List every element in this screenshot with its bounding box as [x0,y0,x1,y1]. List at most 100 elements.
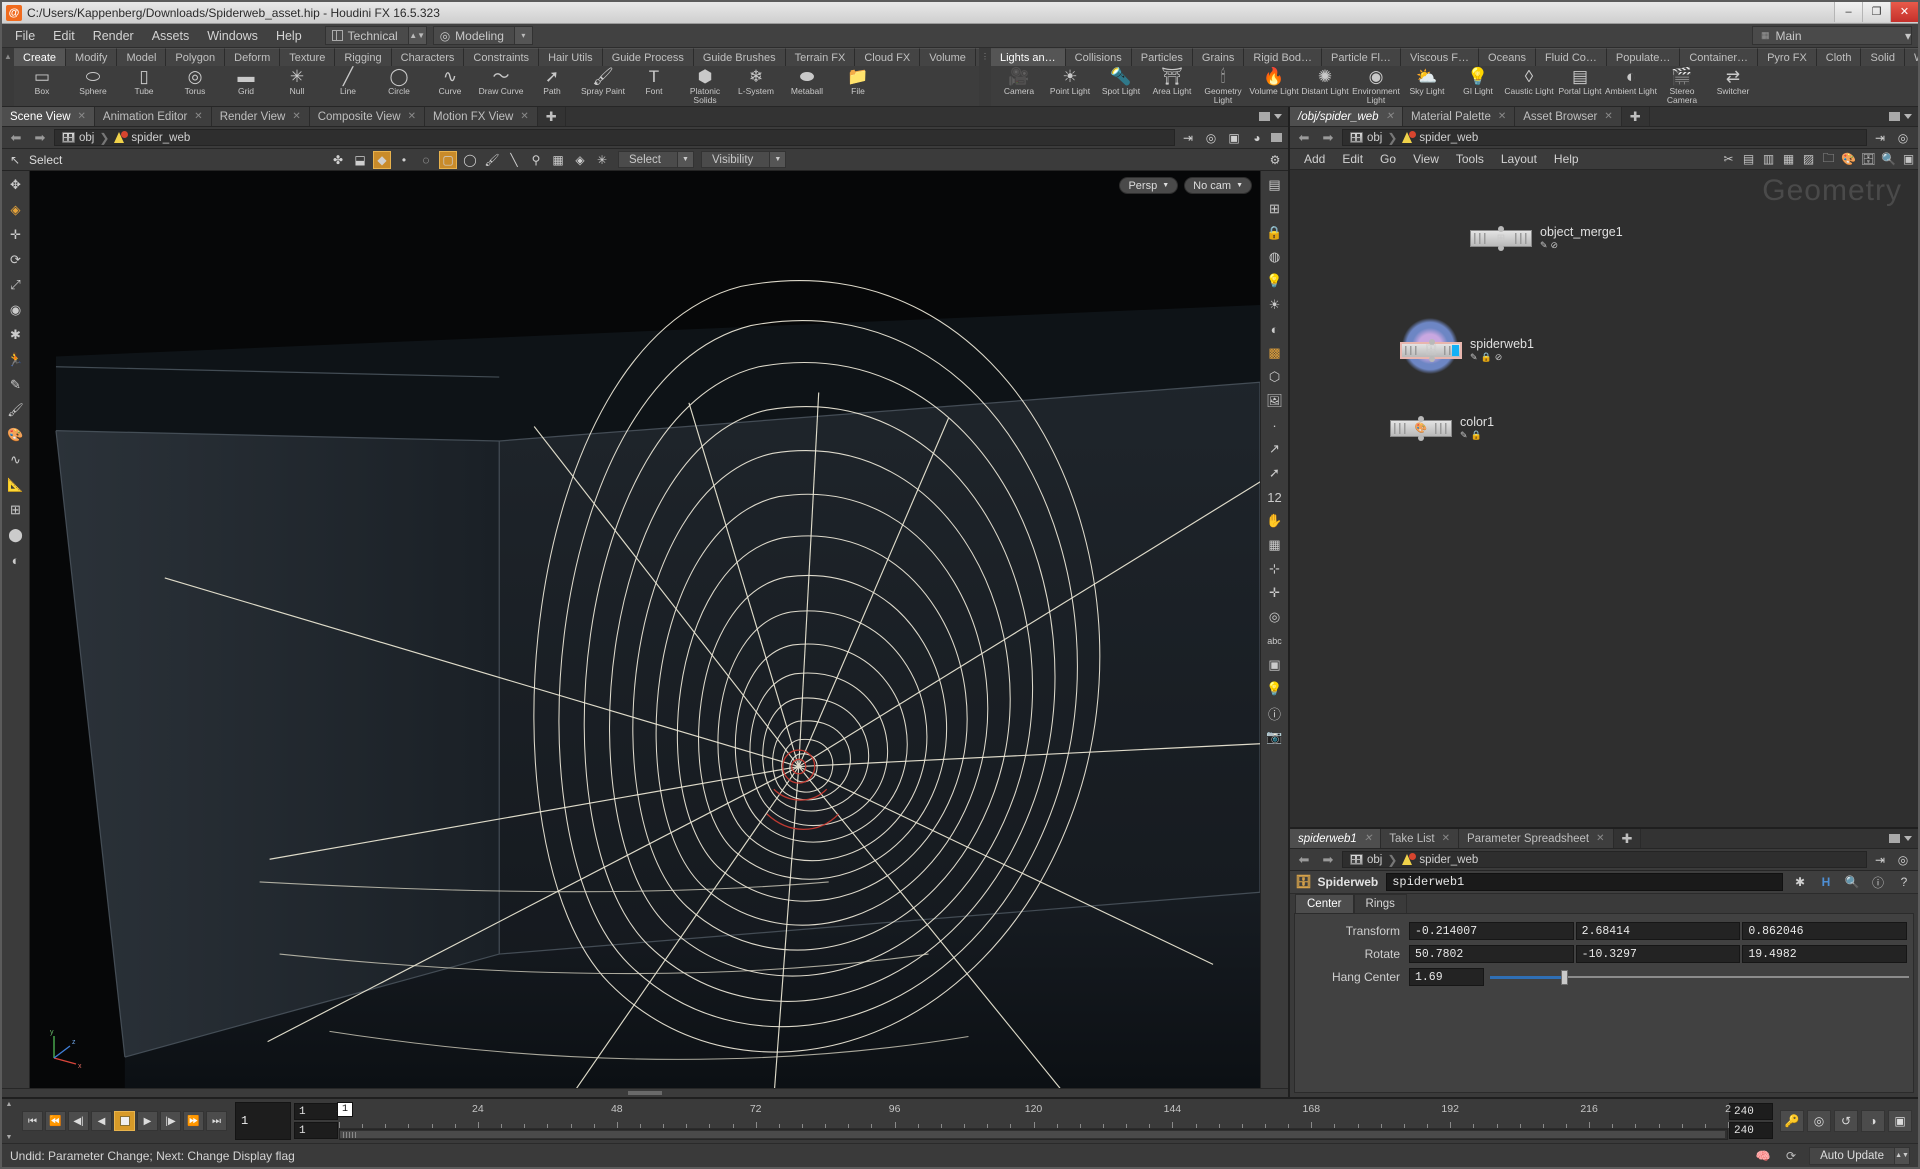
network-node-color1[interactable]: 🎨 color1 ✎ 🔒 [1390,415,1494,441]
node-flag-0[interactable]: ✎ [1540,240,1548,251]
viewport-layout-icon[interactable]: ⊞ [1265,199,1285,219]
point-mode-icon[interactable]: • [395,151,413,169]
network-layout-icon[interactable]: ▨ [1799,151,1818,168]
network-box-icon[interactable]: 🗄 [1859,151,1878,168]
node-flag-1[interactable]: 🔒 [1481,352,1492,363]
shelf-tool-right-7[interactable]: ◉ Environment Light [1351,67,1401,105]
shelf-tab-right-11[interactable]: Pyro FX [1758,48,1817,66]
shelf-tool-left-15[interactable]: ⬬ Metaball [782,67,832,105]
pane-maximize-icon[interactable] [1889,112,1900,121]
shelf-tab-right-8[interactable]: Fluid Co… [1535,48,1607,66]
shelf-tab-right-12[interactable]: Cloth [1816,48,1862,66]
range-start-field[interactable]: 1 [294,1103,338,1120]
shelf-tool-right-3[interactable]: ⛩ Area Light [1147,67,1197,105]
shelf-tool-left-0[interactable]: ▭ Box [17,67,67,105]
edge-mode-icon[interactable]: ◌ [417,151,435,169]
timeline-scrollbar-thumb[interactable] [340,1131,1725,1138]
view-softxform-icon[interactable]: ◉ [6,300,26,320]
param-folder-tab-rings[interactable]: Rings [1353,894,1407,913]
menu-assets[interactable]: Assets [143,26,199,46]
shelf-tab-left-6[interactable]: Rigging [335,48,392,66]
param-folder-tab-center[interactable]: Center [1295,894,1354,913]
node-input-connector[interactable] [1418,415,1424,422]
node-output-connector[interactable] [1418,434,1424,441]
timeline-scrollbar[interactable] [339,1129,1728,1140]
range-end-field[interactable]: 240 [1729,1103,1773,1120]
playback-jump-to-start-button[interactable]: ⏮ [22,1111,43,1131]
timeline-playhead[interactable]: 1 [337,1102,353,1117]
node-output-connector[interactable] [1429,355,1435,362]
view-rotate-icon[interactable]: ⟳ [6,250,26,270]
minimize-button[interactable]: – [1834,1,1862,22]
tab-close-icon[interactable]: ✕ [408,111,416,122]
scene-pane-add-tab[interactable]: ✚ [537,107,566,126]
pin-icon[interactable]: ⇥ [1179,129,1197,147]
cursor-arrow-icon[interactable]: ↖ [6,151,24,169]
auto-update-selector[interactable]: Auto Update ▲▼ [1809,1146,1910,1165]
shelf-splitter[interactable]: ⋮ [979,48,991,106]
param-field-0[interactable]: -0.214007 [1409,922,1574,940]
shelf-tool-left-3[interactable]: ◎ Torus [170,67,220,105]
network-scissors-icon[interactable]: ✂ [1719,151,1738,168]
network-color-icon[interactable]: 🎨 [1839,151,1858,168]
target-icon[interactable]: ◎ [1202,129,1220,147]
playback-stop-button[interactable] [114,1111,135,1131]
shelf-tab-left-11[interactable]: Guide Brushes [693,48,786,66]
shelf-tab-left-10[interactable]: Guide Process [602,48,694,66]
shelf-tool-left-12[interactable]: T Font [629,67,679,105]
image-plane-icon[interactable]: ▣ [1265,655,1285,675]
network-node-object_merge1[interactable]: ⊞ object_merge1 ✎ ⊘ [1470,225,1623,251]
network-breadcrumb[interactable]: obj ❯ spider_web [1342,129,1867,146]
tab-close-icon[interactable]: ✕ [194,111,202,122]
shelf-tab-right-10[interactable]: Container… [1680,48,1759,66]
status-refresh-icon[interactable]: ⟳ [1781,1147,1801,1165]
view-snap-icon[interactable]: ✱ [6,325,26,345]
view-paint-icon[interactable]: 🎨 [6,425,26,445]
shelf-tab-right-9[interactable]: Populate… [1606,48,1681,66]
visibility-dropdown-arrow-icon[interactable]: ▼ [769,152,786,167]
shelf-tool-right-5[interactable]: 🔥 Volume Light [1249,67,1299,105]
brush-select-icon[interactable]: 🖌 [483,151,501,169]
shelf-tab-right-7[interactable]: Oceans [1479,48,1536,66]
main-dropdown-icon[interactable]: ▾ [1905,29,1911,43]
param-breadcrumb-spiderweb[interactable]: spider_web [1399,853,1481,866]
grid-display-icon[interactable]: ▦ [1265,535,1285,555]
shelf-tool-right-4[interactable]: 🕯 Geometry Light [1198,67,1248,105]
pane-maximize-icon[interactable] [1889,834,1900,843]
network-search-icon[interactable]: 🔍 [1879,151,1898,168]
lasso-select-icon[interactable]: ◯ [461,151,479,169]
ghost-icon[interactable]: ◍ [1265,247,1285,267]
shelf-tab-right-2[interactable]: Particles [1131,48,1193,66]
background-image-icon[interactable]: 🖼 [1265,391,1285,411]
timeline-snapshot-button[interactable]: ▣ [1888,1110,1912,1132]
shelf-tool-right-11[interactable]: ▤ Portal Light [1555,67,1605,105]
network-align-icon[interactable]: ▥ [1759,151,1778,168]
view-measure-icon[interactable]: 📐 [6,475,26,495]
info-icon[interactable]: ⓘ [1265,703,1285,723]
line-select-icon[interactable]: ╲ [505,151,523,169]
lock-camera-icon[interactable]: 🔒 [1265,223,1285,243]
light-display-icon[interactable]: 💡 [1265,271,1285,291]
network-pin-icon[interactable]: ⇥ [1871,129,1889,147]
param-breadcrumb-obj[interactable]: obj [1347,854,1385,866]
view-bake-icon[interactable]: ◐ [6,550,26,570]
handles-icon[interactable]: ✛ [1265,583,1285,603]
node-body[interactable]: 🗄 [1400,338,1462,362]
persp-dropdown-icon[interactable]: ▼ [1162,182,1169,189]
pane-maximize-icon[interactable] [1259,112,1270,121]
mode-selector[interactable]: ◎ Modeling ▾ [432,26,533,45]
scene-pane-tab-1[interactable]: Animation Editor ✕ [94,107,212,126]
network-pane-tab-2[interactable]: Asset Browser ✕ [1515,107,1622,126]
playback-play-backward-button[interactable]: ◀ [91,1111,112,1131]
param-info-icon[interactable]: ⓘ [1869,873,1887,891]
snap-select-icon[interactable]: ✳ [593,151,611,169]
node-flag-2[interactable]: ⊘ [1495,352,1503,363]
shelf-tool-right-10[interactable]: ◊ Caustic Light [1504,67,1554,105]
shelf-tab-right-3[interactable]: Grains [1192,48,1245,66]
node-input-connector[interactable] [1498,225,1504,232]
param-pin-icon[interactable]: ⇥ [1871,851,1889,869]
view-move-icon[interactable]: ✛ [6,225,26,245]
shelf-tab-right-6[interactable]: Viscous F… [1400,48,1480,66]
mode-dropdown-icon[interactable]: ▾ [513,27,532,44]
view-scale-icon[interactable]: ⤢ [6,275,26,295]
